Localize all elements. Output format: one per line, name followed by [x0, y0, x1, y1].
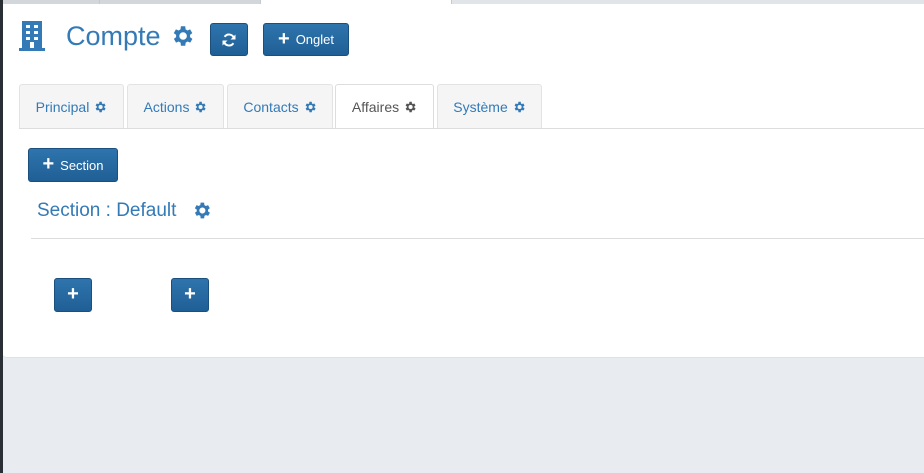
gear-icon[interactable] — [193, 100, 207, 114]
section-divider — [31, 238, 924, 239]
plus-icon: + — [278, 27, 290, 50]
plus-icon: + — [42, 153, 55, 175]
add-section-label: Section — [60, 157, 104, 173]
tab-affaires[interactable]: Affaires — [335, 84, 434, 129]
building-icon — [19, 21, 45, 51]
tab-label: Contacts — [243, 98, 299, 115]
tab-systeme[interactable]: Système — [437, 84, 542, 128]
tab-label: Principal — [35, 98, 90, 115]
section-title: Section : Default — [37, 200, 177, 221]
add-tab-label: Onglet — [295, 32, 334, 47]
tab-principal[interactable]: Principal — [19, 84, 124, 128]
main-panel — [3, 4, 924, 358]
plus-icon: + — [67, 283, 79, 305]
add-field-button[interactable]: + — [171, 278, 209, 312]
add-section-button[interactable]: + Section — [28, 148, 118, 182]
gear-icon[interactable] — [93, 100, 107, 114]
page-title: Compte — [66, 21, 161, 51]
tab-actions[interactable]: Actions — [127, 84, 224, 128]
gear-icon[interactable] — [169, 23, 195, 49]
add-tab-button[interactable]: + Onglet — [263, 23, 349, 56]
tab-bar-divider — [19, 128, 924, 129]
refresh-icon — [222, 32, 236, 47]
gear-icon[interactable] — [191, 200, 212, 221]
tab-label: Actions — [143, 98, 190, 115]
gear-icon[interactable] — [403, 100, 417, 114]
tab-label: Système — [453, 98, 508, 115]
add-field-button[interactable]: + — [54, 278, 92, 312]
tab-contacts[interactable]: Contacts — [227, 84, 333, 128]
tab-label: Affaires — [351, 99, 400, 115]
plus-icon: + — [184, 283, 196, 305]
gear-icon[interactable] — [303, 100, 317, 114]
gear-icon[interactable] — [512, 100, 526, 114]
refresh-button[interactable] — [210, 23, 248, 56]
